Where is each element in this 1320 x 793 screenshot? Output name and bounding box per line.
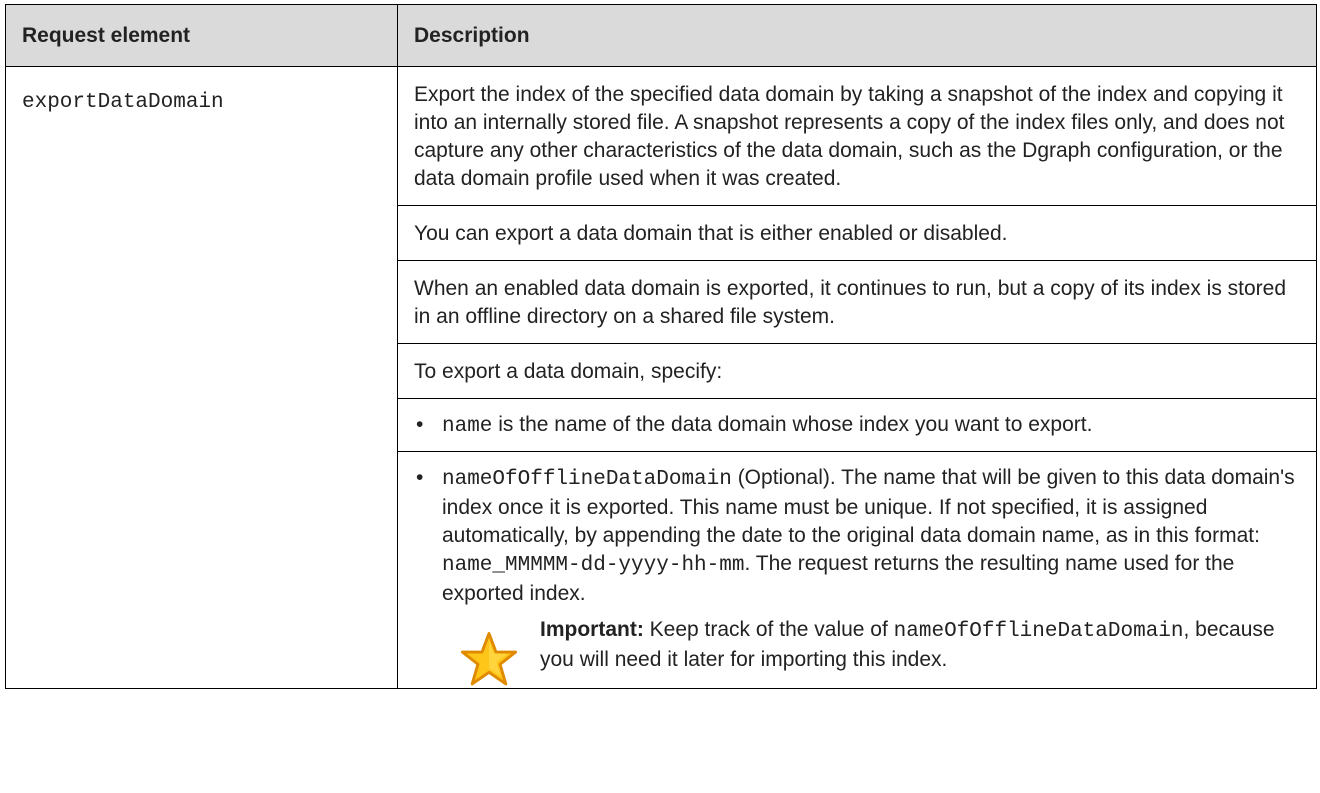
table-row: exportDataDomain Export the index of the… xyxy=(5,66,1317,689)
param-name: name xyxy=(442,415,493,438)
param-name-offline: nameOfOfflineDataDomain xyxy=(442,468,732,491)
description-paragraph-4: To export a data domain, specify: xyxy=(398,344,1316,399)
description-paragraph-2: You can export a data domain that is eit… xyxy=(398,206,1316,261)
header-request-element: Request element xyxy=(5,4,398,67)
list-item: • nameOfOfflineDataDomain (Optional). Th… xyxy=(398,452,1316,688)
element-name: exportDataDomain xyxy=(22,91,224,114)
description-cell: Export the index of the specified data d… xyxy=(397,66,1317,689)
param-description: is the name of the data domain whose ind… xyxy=(492,413,1093,436)
request-elements-table: Request element Description exportDataDo… xyxy=(5,4,1317,689)
list-item-text: nameOfOfflineDataDomain (Optional). The … xyxy=(442,464,1300,688)
bullet-icon: • xyxy=(416,413,424,436)
name-format: name_MMMMM-dd-yyyy-hh-mm xyxy=(442,554,745,577)
star-icon xyxy=(460,632,518,686)
note-text-a: Keep track of the value of xyxy=(643,618,894,641)
note-text: Important: Keep track of the value of na… xyxy=(540,616,1300,688)
list-item: • name is the name of the data domain wh… xyxy=(398,399,1316,452)
table-header-row: Request element Description xyxy=(5,4,1317,67)
bullet-icon: • xyxy=(416,466,424,489)
description-paragraph-3: When an enabled data domain is exported,… xyxy=(398,261,1316,344)
element-cell: exportDataDomain xyxy=(5,66,398,689)
note-code: nameOfOfflineDataDomain xyxy=(893,620,1184,643)
description-paragraph-1: Export the index of the specified data d… xyxy=(398,67,1316,206)
note-label: Important: xyxy=(540,618,644,641)
header-description: Description xyxy=(397,4,1317,67)
list-item-text: name is the name of the data domain whos… xyxy=(442,411,1300,441)
important-note: Important: Keep track of the value of na… xyxy=(442,616,1300,688)
